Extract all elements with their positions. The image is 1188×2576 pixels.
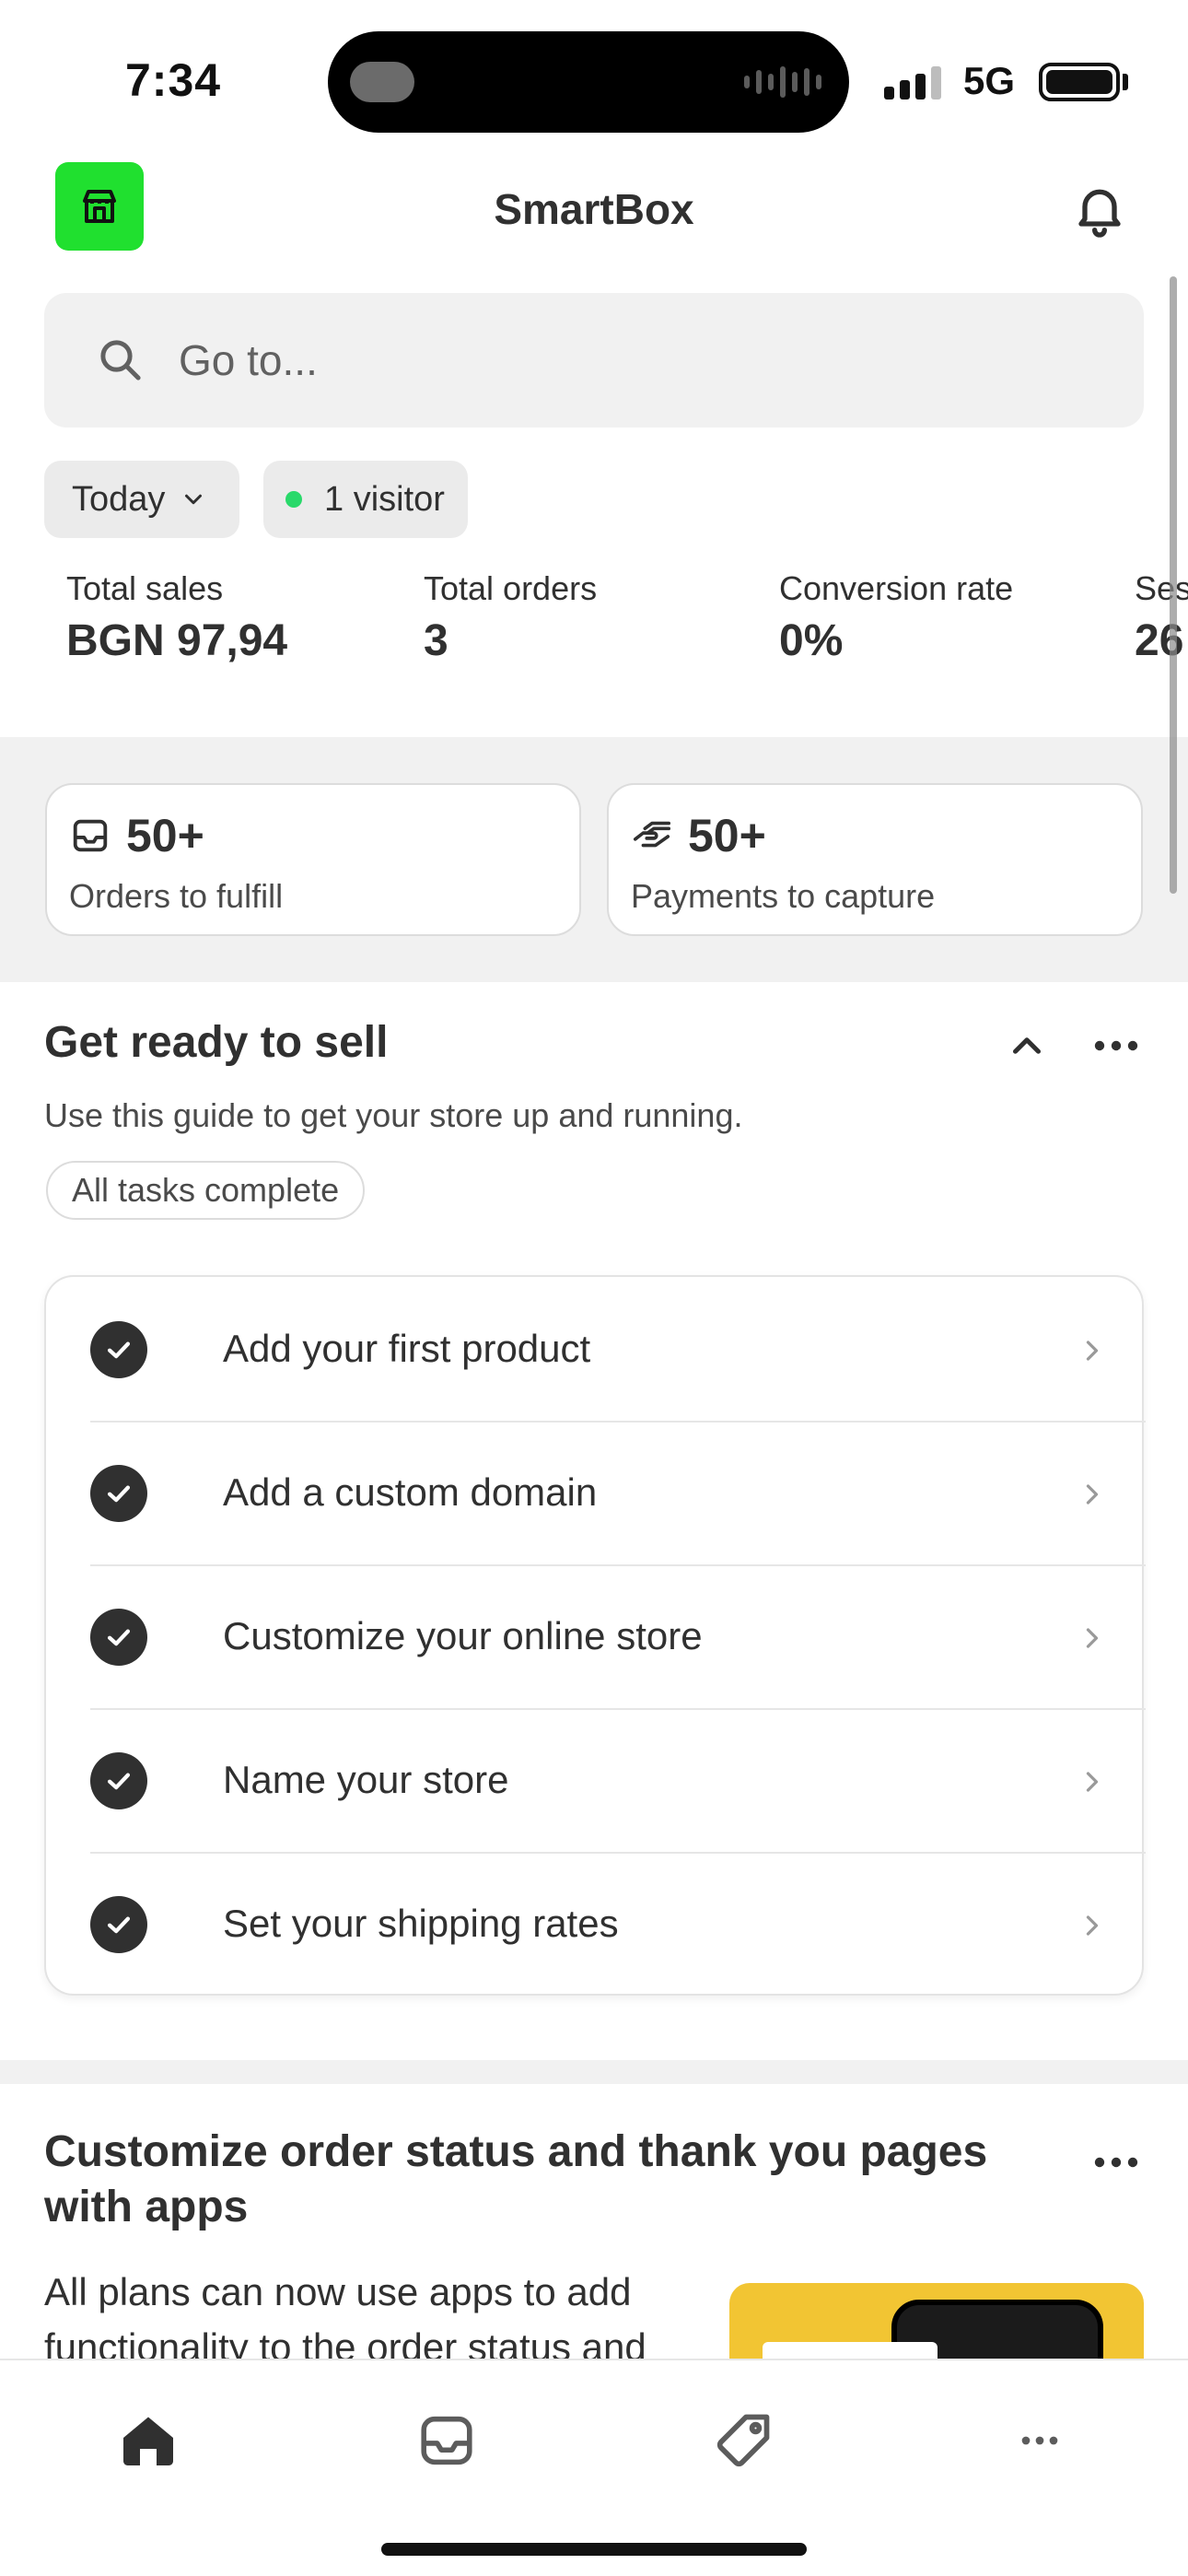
- metric-value: 0%: [779, 616, 844, 665]
- search-bar[interactable]: [44, 293, 1144, 427]
- hand-money-icon: [633, 821, 671, 848]
- battery-tip: [1123, 74, 1128, 90]
- home-indicator[interactable]: [381, 2543, 807, 2556]
- app-title: SmartBox: [494, 185, 694, 233]
- task-label: Add a custom domain: [223, 1470, 598, 1514]
- task-customize-online-store[interactable]: Customize your online store: [90, 1564, 1146, 1708]
- period-label: Today: [72, 479, 166, 519]
- guide-title: Get ready to sell: [44, 1018, 389, 1067]
- inbox-icon: [421, 2416, 472, 2465]
- app-header: SmartBox: [0, 157, 1188, 267]
- card-value: 50+: [688, 810, 766, 861]
- live-indicator-dot: [285, 491, 302, 508]
- metric-label: Total orders: [424, 569, 598, 607]
- divider: [90, 1708, 1146, 1710]
- inbox-icon: [73, 819, 108, 852]
- now-playing-thumbnail: [350, 62, 414, 102]
- metric-value: 3: [424, 616, 448, 665]
- metrics-row[interactable]: Total sales BGN 97,94 Total orders 3 Con…: [0, 569, 1188, 680]
- chevron-right-icon: [1086, 1915, 1099, 1936]
- metric-label: Conversion rate: [779, 569, 1014, 607]
- clock: 7:34: [125, 54, 222, 106]
- task-add-custom-domain[interactable]: Add a custom domain: [90, 1421, 1146, 1564]
- cellular-signal-icon: [884, 63, 941, 100]
- more-horizontal-icon: [1021, 2436, 1058, 2445]
- metric-total-orders[interactable]: Total orders 3: [424, 569, 597, 666]
- card-label: Payments to capture: [631, 877, 936, 915]
- task-add-first-product[interactable]: Add your first product: [90, 1277, 1146, 1421]
- task-label: Set your shipping rates: [223, 1902, 619, 1945]
- divider: [90, 1421, 1146, 1423]
- metric-value: 26: [1135, 616, 1184, 665]
- metric-value: BGN 97,94: [66, 616, 288, 665]
- metric-label: Ses: [1135, 569, 1188, 607]
- setup-task-list: Add your first product Add a custom doma…: [44, 1275, 1146, 1996]
- audio-waveform-icon: [744, 64, 821, 100]
- section-separator: [0, 2060, 1188, 2084]
- card-value: 50+: [126, 810, 204, 861]
- guide-status-badge: All tasks complete: [46, 1161, 366, 1220]
- divider: [90, 1852, 1146, 1854]
- task-label: Customize your online store: [223, 1614, 703, 1657]
- task-set-shipping-rates[interactable]: Set your shipping rates: [90, 1852, 1146, 1996]
- tab-orders[interactable]: [405, 2399, 488, 2482]
- battery-icon: [1039, 63, 1120, 101]
- search-input[interactable]: [179, 328, 1100, 392]
- bell-icon[interactable]: [1070, 179, 1129, 240]
- live-visitors-chip[interactable]: 1 visitor: [263, 461, 468, 538]
- dynamic-island: [328, 31, 849, 133]
- chevron-up-icon[interactable]: [1004, 1023, 1050, 1069]
- orders-to-fulfill-card[interactable]: 50+ Orders to fulfill: [45, 783, 581, 936]
- scrollbar[interactable]: [1170, 276, 1177, 894]
- guide-subtitle: Use this guide to get your store up and …: [44, 1096, 743, 1134]
- apps-card-title: Customize order status and thank you pag…: [44, 2127, 988, 2231]
- visitors-label: 1 visitor: [324, 479, 445, 519]
- checkmark-circle-icon: [90, 1896, 147, 1953]
- more-horizontal-icon[interactable]: [1090, 1023, 1142, 1069]
- tag-icon: [716, 2414, 770, 2467]
- chevron-right-icon: [1086, 1628, 1099, 1648]
- metric-sessions[interactable]: Ses 26: [1135, 569, 1188, 666]
- home-icon: [123, 2417, 173, 2465]
- chevron-right-icon: [1086, 1484, 1099, 1505]
- card-label: Orders to fulfill: [69, 877, 284, 915]
- task-label: Add your first product: [223, 1327, 591, 1370]
- checkmark-circle-icon: [90, 1752, 147, 1809]
- checkmark-circle-icon: [90, 1321, 147, 1378]
- apps-card-illustration: [729, 2283, 1144, 2366]
- metric-conversion-rate[interactable]: Conversion rate 0%: [779, 569, 1013, 666]
- task-name-store[interactable]: Name your store: [90, 1708, 1146, 1852]
- tab-home[interactable]: [107, 2399, 190, 2482]
- metric-total-sales[interactable]: Total sales BGN 97,94: [66, 569, 287, 666]
- checkmark-circle-icon: [90, 1609, 147, 1666]
- status-bar: 7:34 5G: [0, 0, 1188, 157]
- tab-products[interactable]: [702, 2399, 785, 2482]
- divider: [90, 1564, 1146, 1566]
- search-icon: [100, 340, 141, 381]
- tab-more[interactable]: [998, 2399, 1081, 2482]
- chevron-right-icon: [1086, 1772, 1099, 1792]
- more-horizontal-icon[interactable]: [1090, 2139, 1142, 2185]
- network-type: 5G: [963, 59, 1016, 102]
- chevron-down-icon: [185, 494, 203, 505]
- task-label: Name your store: [223, 1758, 509, 1801]
- chevron-right-icon: [1086, 1341, 1099, 1361]
- period-dropdown[interactable]: Today: [44, 461, 239, 538]
- metric-label: Total sales: [66, 569, 224, 607]
- checkmark-circle-icon: [90, 1465, 147, 1522]
- payments-to-capture-card[interactable]: 50+ Payments to capture: [607, 783, 1143, 936]
